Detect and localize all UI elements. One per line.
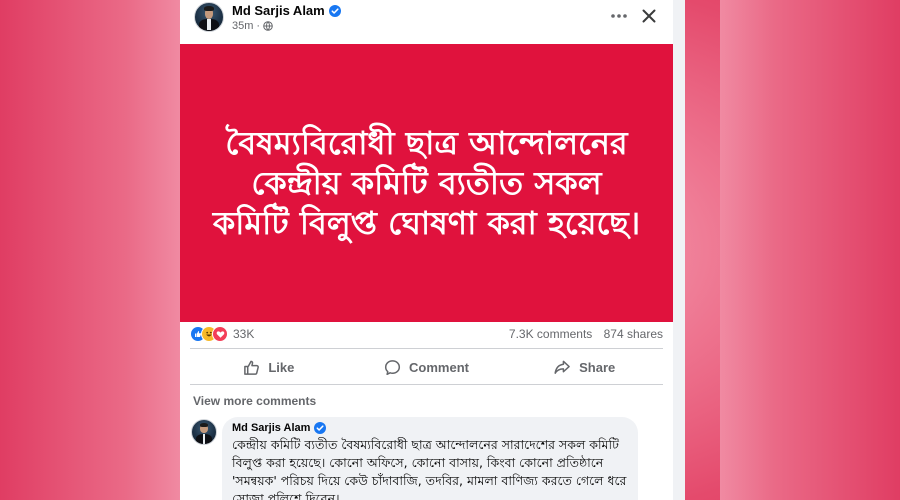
panel-scroll-edge	[673, 0, 685, 500]
engagement-counts: 7.3K comments 874 shares	[509, 327, 663, 341]
view-more-comments-link[interactable]: View more comments	[193, 394, 316, 408]
share-icon	[554, 360, 570, 374]
share-label: Share	[579, 359, 616, 375]
post-meta: 35m ·	[232, 20, 273, 32]
author-avatar[interactable]	[194, 2, 224, 32]
banner-text: বৈষম্যবিরোধী ছাত্র আন্দোলনের কেন্দ্রীয় …	[212, 124, 641, 242]
comment-button[interactable]: Comment	[348, 351, 506, 383]
verified-badge-icon	[314, 422, 327, 434]
like-button[interactable]: Like	[190, 351, 348, 383]
comment-icon	[384, 359, 401, 375]
stats-divider	[190, 348, 663, 349]
post-panel: Md Sarjis Alam 35m · বৈষম্যবিরোধী ছাত্র …	[180, 0, 673, 500]
close-icon	[642, 9, 656, 23]
reactions-summary[interactable]: 33K	[190, 326, 254, 342]
more-options-button[interactable]	[608, 5, 630, 27]
post-header: Md Sarjis Alam 35m ·	[180, 0, 673, 42]
background-left	[0, 0, 180, 500]
comment-bubble: Md Sarjis Alam কেন্দ্রীয় কমিটি ব্যতীত ব…	[222, 417, 638, 500]
thumbs-up-icon	[244, 360, 260, 375]
author-line: Md Sarjis Alam	[232, 3, 341, 18]
comment-label: Comment	[409, 359, 469, 375]
meta-separator: ·	[256, 20, 261, 32]
more-horizontal-icon	[611, 14, 627, 18]
share-button[interactable]: Share	[505, 351, 663, 383]
comment-text: কেন্দ্রীয় কমিটি ব্যতীত বৈষম্যবিরোধী ছাত…	[232, 437, 627, 500]
like-label: Like	[268, 359, 295, 375]
author-name[interactable]: Md Sarjis Alam	[232, 3, 325, 18]
comment-author-line: Md Sarjis Alam	[232, 422, 628, 434]
post-image-banner[interactable]: বৈষম্যবিরোধী ছাত্র আন্দোলনের কেন্দ্রীয় …	[180, 44, 673, 322]
comments-count[interactable]: 7.3K comments	[509, 327, 592, 341]
action-bar: Like Comment Share	[190, 351, 663, 383]
shares-count[interactable]: 874 shares	[604, 327, 663, 341]
post-time[interactable]: 35m	[232, 20, 253, 32]
close-button[interactable]	[638, 5, 660, 27]
verified-badge-icon	[328, 4, 341, 17]
comment-author-avatar[interactable]	[191, 419, 217, 445]
post-stats: 33K 7.3K comments 874 shares	[190, 326, 663, 344]
globe-icon	[263, 21, 273, 31]
love-reaction-icon	[212, 326, 228, 342]
comment-author-name[interactable]: Md Sarjis Alam	[232, 422, 310, 434]
reaction-count[interactable]: 33K	[233, 327, 254, 341]
actions-divider	[190, 384, 663, 385]
background-right	[720, 0, 900, 500]
